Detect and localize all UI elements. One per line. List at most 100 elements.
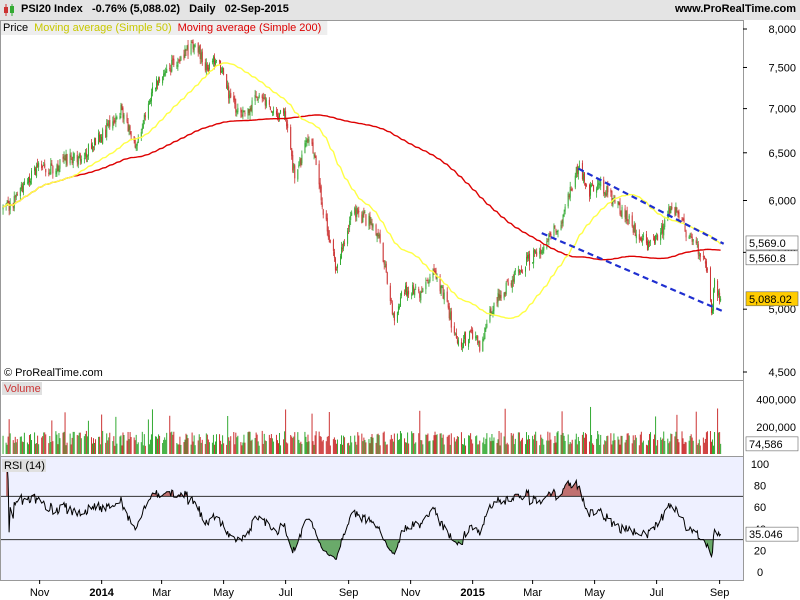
candle-body — [34, 167, 36, 171]
candle-body — [212, 56, 214, 63]
candle-body — [358, 211, 360, 213]
volume-bar — [400, 433, 402, 454]
volume-bar — [73, 431, 75, 454]
volume-bar — [427, 433, 429, 454]
volume-bar — [173, 431, 175, 454]
candle-body — [192, 42, 194, 49]
time-tick-label: Sep — [710, 587, 730, 599]
candle-body — [199, 44, 201, 59]
candle-body — [518, 270, 520, 273]
candle-body — [35, 168, 37, 176]
candle-body — [280, 110, 282, 113]
legend-item-2: Moving average (Simple 200) — [178, 22, 322, 34]
volume-bar — [329, 445, 331, 454]
volume-bar — [219, 434, 221, 454]
rsi-tick-label: 20 — [754, 545, 766, 557]
candle-body — [257, 99, 259, 100]
candle-body — [646, 241, 648, 251]
candle-body — [415, 286, 417, 288]
candle-body — [593, 185, 595, 192]
candle-body — [291, 148, 293, 157]
candle-body — [365, 214, 367, 226]
candle-body — [702, 256, 704, 257]
candle-body — [56, 165, 58, 173]
candle-body — [222, 67, 224, 73]
volume-bar — [100, 444, 102, 454]
volume-bar — [22, 442, 24, 454]
volume-bar — [653, 439, 655, 454]
candle-body — [234, 98, 236, 104]
volume-bar — [479, 440, 481, 454]
candle-body — [363, 211, 365, 215]
volume-bar — [613, 433, 615, 454]
volume-bar — [42, 436, 44, 454]
candle-body — [237, 107, 239, 113]
candle-body — [183, 54, 185, 60]
volume-bar — [592, 443, 594, 454]
candle-body — [235, 103, 237, 113]
candle-body — [19, 187, 21, 196]
candle-body — [178, 60, 180, 61]
volume-bar — [621, 435, 623, 454]
candle-body — [498, 293, 500, 298]
volume-bar — [692, 440, 694, 454]
volume-bar — [76, 434, 78, 454]
site-url[interactable]: www.ProRealTime.com — [675, 3, 796, 15]
volume-bar — [377, 433, 379, 454]
volume-bar — [211, 442, 213, 454]
volume-bar — [37, 435, 39, 454]
period: Daily — [189, 3, 216, 15]
candle-body — [100, 134, 102, 142]
volume-bar — [596, 438, 598, 454]
candle-body — [677, 211, 679, 215]
time-tick-label: Nov — [401, 587, 421, 599]
time-tick-label: May — [584, 587, 605, 599]
volume-bar — [461, 444, 463, 454]
volume-bar — [589, 441, 591, 454]
volume-bar — [342, 444, 344, 454]
candle-body — [197, 43, 199, 53]
volume-bar — [603, 444, 605, 454]
volume-bar — [541, 437, 543, 454]
candle-body — [219, 60, 221, 62]
volume-bar — [268, 434, 270, 454]
volume-bar — [568, 444, 570, 454]
volume-bar — [477, 444, 479, 454]
candle-body — [120, 104, 122, 115]
candle-body — [109, 120, 111, 127]
volume-bar — [308, 441, 310, 454]
volume-bar — [286, 442, 288, 454]
candle-body — [322, 209, 324, 215]
volume-bar — [28, 435, 30, 454]
candle-body — [384, 265, 386, 267]
volume-bar — [663, 431, 665, 454]
candle-body — [213, 56, 215, 64]
volume-bar — [102, 430, 104, 454]
volume-bar — [529, 439, 531, 454]
candle-body — [311, 138, 313, 145]
volume-bar — [591, 435, 593, 454]
volume-bar — [470, 433, 472, 454]
candle-body — [718, 291, 720, 296]
volume-bar — [569, 442, 571, 454]
volume-bar — [714, 432, 716, 454]
candle-body — [627, 219, 629, 221]
volume-bar — [230, 436, 232, 454]
candle-body — [256, 96, 258, 99]
candle-body — [250, 107, 252, 111]
volume-bar — [332, 439, 334, 454]
candle-body — [27, 176, 29, 184]
candle-body — [64, 158, 66, 161]
price-change: -0.76% (5,088.02) — [91, 3, 180, 15]
candle-body — [94, 138, 96, 146]
candle-body — [556, 230, 558, 232]
candle-body — [208, 63, 210, 70]
candle-body — [383, 260, 385, 265]
candle-body — [604, 192, 606, 195]
volume-bar — [144, 445, 146, 454]
candle-body — [411, 294, 413, 296]
volume-bar — [689, 435, 691, 454]
candle-body — [421, 290, 423, 293]
time-tick-label: Sep — [339, 587, 359, 599]
candle-body — [640, 237, 642, 242]
